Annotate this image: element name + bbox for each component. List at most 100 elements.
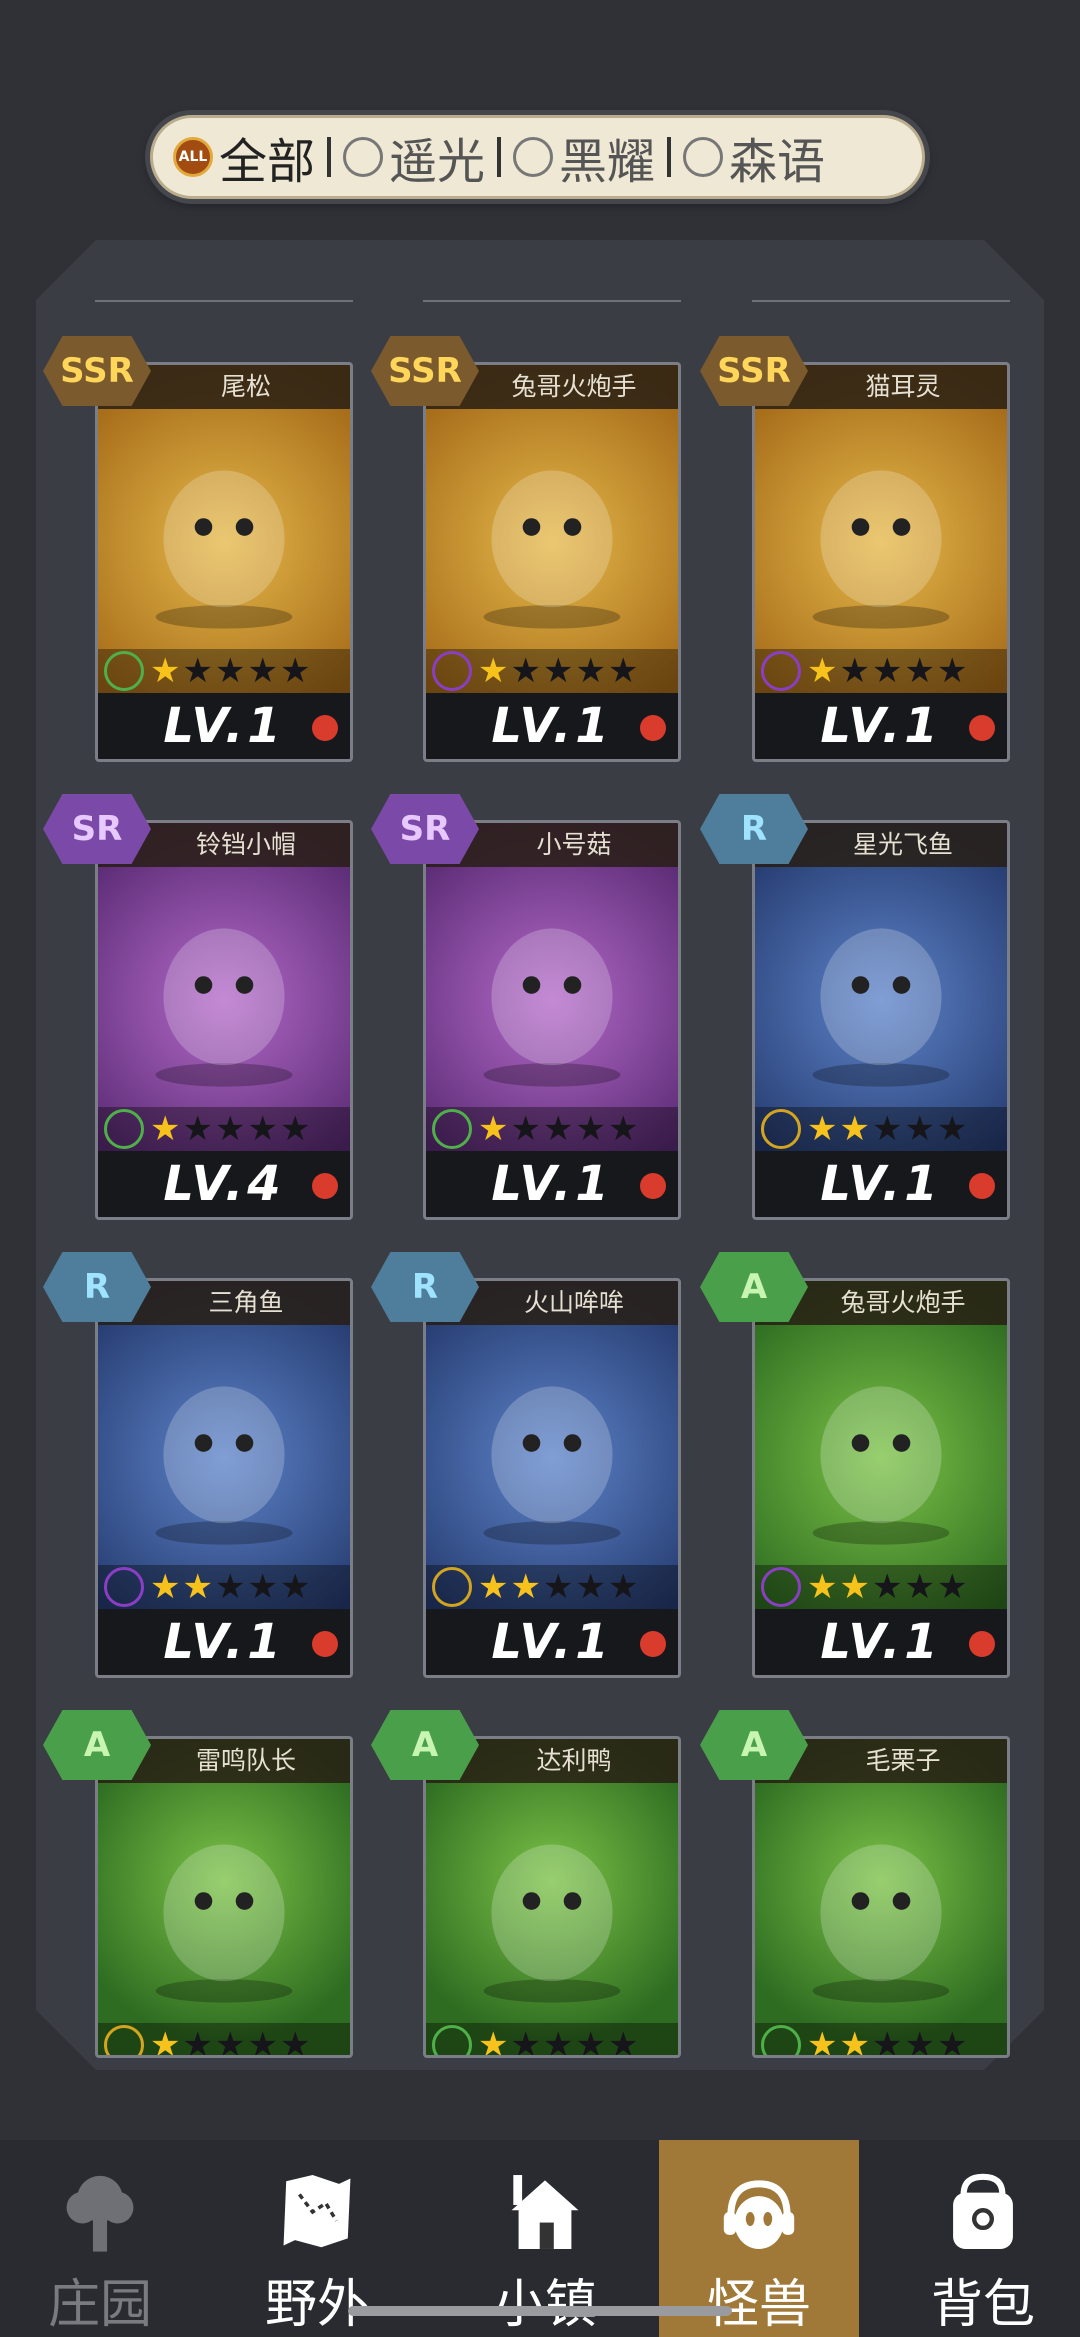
monster-card[interactable]: 兔哥火炮手 ★ ★ ★ ★ ★ LV.1 (752, 1278, 1010, 1678)
star-icon: ★ (936, 651, 968, 691)
nav-manor[interactable]: 庄园 (5, 2140, 195, 2337)
filter-all-label: 全部 (219, 134, 316, 190)
red-dot-indicator (312, 1173, 338, 1199)
forest-element-icon (104, 651, 144, 691)
star-icon: ★ (542, 1109, 574, 1149)
forest-element-icon (683, 137, 724, 177)
filter-dark[interactable]: 黑耀 (513, 122, 655, 192)
filter-light[interactable]: 遥光 (343, 122, 485, 192)
nav-backpack[interactable]: 背包 (888, 2140, 1078, 2337)
light-element-icon (432, 1567, 472, 1607)
forest-element-icon (432, 1109, 472, 1149)
light-element-icon (104, 2025, 144, 2055)
level-text: LV.1 (491, 1156, 613, 1212)
monster-card[interactable]: 星光飞鱼 ★ ★ ★ ★ ★ LV.1 (752, 820, 1010, 1220)
monster-headphones-icon (723, 2180, 795, 2249)
star-icon: ★ (904, 1567, 935, 1607)
dark-element-icon (104, 1567, 144, 1607)
star-icon: ★ (936, 1109, 968, 1149)
star-icon: ★ (542, 1567, 574, 1607)
level-bar: LV.1 (755, 1151, 1007, 1217)
star-icon: ★ (247, 1109, 278, 1149)
star-rating: ★ ★ ★ ★ ★ (755, 1565, 1007, 1609)
star-icon: ★ (575, 2025, 606, 2058)
monster-card[interactable]: 猫耳灵 ★ ★ ★ ★ ★ LV.1 (752, 362, 1010, 762)
star-icon: ★ (607, 1109, 639, 1149)
monster-card[interactable]: 尾松 ★ ★ ★ ★ ★ LV.1 (95, 362, 353, 762)
forest-element-icon (432, 2025, 472, 2055)
star-icon: ★ (839, 1109, 870, 1149)
rarity-badge: SSR (371, 336, 479, 406)
star-icon: ★ (510, 2025, 541, 2058)
star-icon: ★ (510, 1567, 541, 1607)
star-icon: ★ (575, 1567, 606, 1607)
star-icon: ★ (214, 1567, 246, 1607)
star-icon: ★ (510, 1109, 541, 1149)
star-icon: ★ (575, 1109, 606, 1149)
rarity-badge: R (43, 1252, 151, 1322)
star-icon: ★ (150, 1109, 181, 1149)
red-dot-indicator (312, 715, 338, 741)
column-divider (423, 300, 681, 302)
star-icon: ★ (279, 1567, 311, 1607)
star-icon: ★ (279, 2025, 311, 2058)
manor-tree-icon (66, 2175, 134, 2252)
dark-element-icon (513, 137, 554, 177)
level-bar: LV.1 (98, 693, 350, 759)
rarity-badge: SR (43, 794, 151, 864)
filter-light-label: 遥光 (389, 134, 486, 190)
rarity-badge: R (700, 794, 808, 864)
monster-card[interactable]: 雷鸣队长 ★ ★ ★ ★ ★ (95, 1736, 353, 2058)
level-bar: LV.1 (755, 693, 1007, 759)
monster-portrait (98, 409, 350, 649)
rarity-badge: A (700, 1252, 808, 1322)
monster-card[interactable]: 达利鸭 ★ ★ ★ ★ ★ (423, 1736, 681, 2058)
backpack-icon (953, 2173, 1013, 2249)
star-icon: ★ (214, 2025, 246, 2058)
level-bar: LV.1 (98, 1609, 350, 1675)
star-icon: ★ (542, 2025, 574, 2058)
star-rating: ★ ★ ★ ★ ★ (426, 2023, 678, 2058)
monster-portrait (426, 867, 678, 1107)
monster-portrait (426, 409, 678, 649)
all-icon: ALL (173, 137, 213, 177)
monster-card[interactable]: 小号菇 ★ ★ ★ ★ ★ LV.1 (423, 820, 681, 1220)
monster-portrait (426, 1783, 678, 2023)
monster-card[interactable]: 三角鱼 ★ ★ ★ ★ ★ LV.1 (95, 1278, 353, 1678)
red-dot-indicator (312, 1631, 338, 1657)
star-icon: ★ (542, 651, 574, 691)
monster-card[interactable]: 毛栗子 ★ ★ ★ ★ ★ (752, 1736, 1010, 2058)
monster-card[interactable]: 兔哥火炮手 ★ ★ ★ ★ ★ LV.1 (423, 362, 681, 762)
star-icon: ★ (839, 2025, 870, 2058)
dark-element-icon (761, 651, 801, 691)
star-icon: ★ (936, 2025, 968, 2058)
star-icon: ★ (936, 1567, 968, 1607)
level-text: LV.1 (163, 1614, 285, 1670)
rarity-badge: R (371, 1252, 479, 1322)
star-icon: ★ (510, 651, 541, 691)
forest-element-icon (761, 2025, 801, 2055)
star-icon: ★ (871, 2025, 903, 2058)
level-text: LV.4 (163, 1156, 285, 1212)
red-dot-indicator (969, 1631, 995, 1657)
monster-portrait (755, 867, 1007, 1107)
star-icon: ★ (478, 1567, 509, 1607)
filter-all[interactable]: ALL 全部 (173, 122, 315, 192)
monster-portrait (426, 1325, 678, 1565)
filter-divider (327, 137, 332, 177)
red-dot-indicator (640, 1631, 666, 1657)
monster-card[interactable]: 铃铛小帽 ★ ★ ★ ★ ★ LV.4 (95, 820, 353, 1220)
red-dot-indicator (640, 715, 666, 741)
star-icon: ★ (839, 651, 870, 691)
rarity-badge: A (700, 1710, 808, 1780)
nav-backpack-label: 背包 (930, 2275, 1035, 2335)
monster-card[interactable]: 火山哞哞 ★ ★ ★ ★ ★ LV.1 (423, 1278, 681, 1678)
star-icon: ★ (871, 651, 903, 691)
element-filter-bar: ALL 全部 遥光 黑耀 森语 (150, 115, 925, 199)
rarity-badge: SR (371, 794, 479, 864)
star-icon: ★ (575, 651, 606, 691)
monster-portrait (755, 409, 1007, 649)
star-icon: ★ (839, 1567, 870, 1607)
monster-portrait (98, 867, 350, 1107)
filter-forest[interactable]: 森语 (683, 122, 825, 192)
